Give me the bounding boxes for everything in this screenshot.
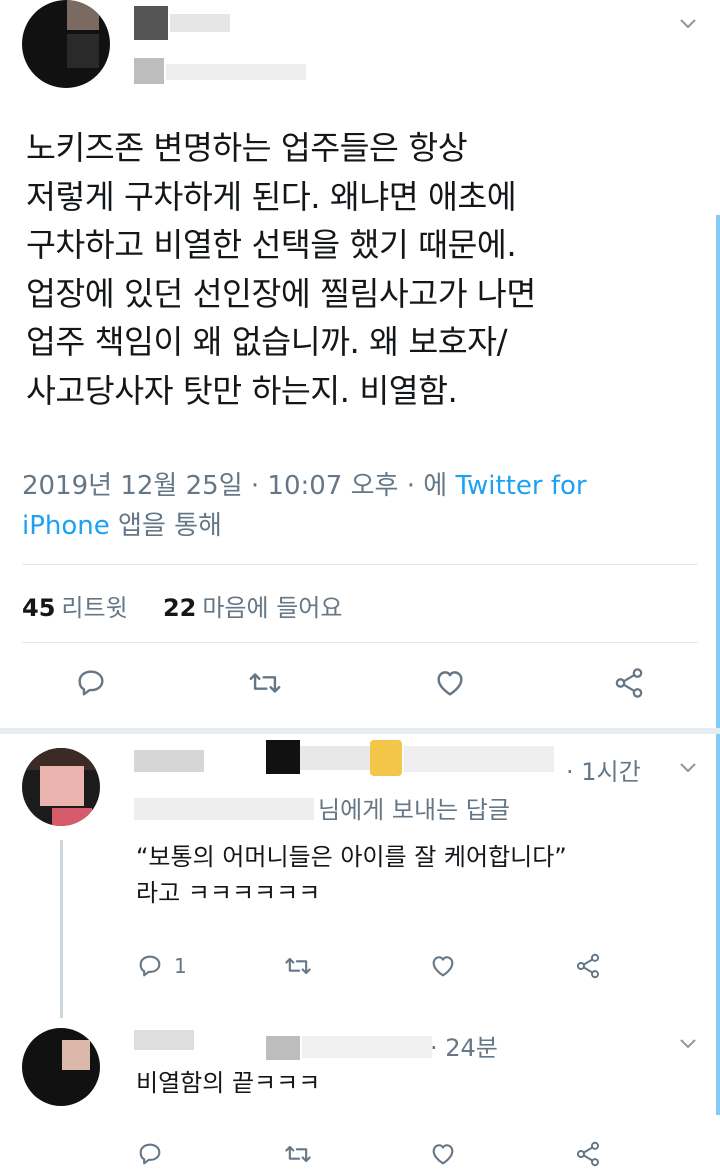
share-icon <box>576 1141 600 1167</box>
retweet-icon <box>285 957 311 975</box>
tweet-meta: 2019년 12월 25일 · 10:07 오후 · 에 Twitter for… <box>22 466 702 546</box>
reply-icon <box>139 1143 161 1165</box>
reply-text: “보통의 어머니들은 아이를 잘 케어합니다” <box>136 843 567 871</box>
retweet-icon <box>285 1145 311 1163</box>
share-button[interactable] <box>574 1140 602 1168</box>
author-handle-redacted <box>166 64 306 80</box>
author-name-redacted <box>134 6 168 40</box>
tweet-text-line: 사고당사자 탓만 하는지. 비열함. <box>26 371 458 410</box>
reply-author-redacted <box>266 740 300 774</box>
heart-icon <box>432 1144 454 1165</box>
heart-icon <box>432 956 454 977</box>
reply-icon <box>139 955 161 977</box>
heart-icon <box>437 671 463 696</box>
tweet-text-line: 저렇게 구차하게 된다. 왜냐면 애초에 <box>26 177 517 216</box>
share-icon <box>615 668 643 698</box>
share-button[interactable] <box>574 952 602 980</box>
reply-author-redacted <box>266 1036 300 1060</box>
retweet-count: 45 <box>22 594 56 622</box>
share-icon <box>576 953 600 979</box>
reply-avatar[interactable] <box>22 748 100 826</box>
retweet-button[interactable] <box>282 1140 314 1168</box>
reply-icon <box>78 670 104 696</box>
chevron-down-icon[interactable] <box>678 758 698 778</box>
reply-time[interactable]: · 24분 <box>430 1028 498 1063</box>
retweet-button[interactable] <box>282 952 314 980</box>
reply-author-redacted <box>134 750 204 772</box>
timestamp[interactable]: 2019년 12월 25일 · 10:07 오후 · 에 <box>22 471 447 501</box>
tweet-text-line: 업장에 있던 선인장에 찔림사고가 나면 <box>26 274 536 313</box>
like-label: 마음에 들어요 <box>202 594 343 622</box>
source-link[interactable]: Twitter for <box>455 471 586 501</box>
retweet-button[interactable] <box>246 666 284 700</box>
source-suffix: 앱을 통해 <box>118 511 222 541</box>
chevron-down-icon[interactable] <box>678 1034 698 1054</box>
like-stat[interactable]: 22 마음에 들어요 <box>163 594 343 622</box>
section-separator <box>0 728 720 734</box>
retweet-stat[interactable]: 45 리트윗 <box>22 594 128 622</box>
tweet-text: 노키즈존 변명하는 업주들은 항상 저렇게 구차하게 된다. 왜냐면 애초에 구… <box>26 124 706 415</box>
tweet-actions <box>0 666 720 706</box>
reply-author-redacted <box>370 740 402 776</box>
divider <box>22 564 698 565</box>
like-button[interactable] <box>428 952 458 980</box>
retweet-icon <box>249 673 281 693</box>
reply-time[interactable]: · 1시간 <box>566 752 641 787</box>
reply-handle-redacted <box>302 1036 432 1058</box>
tweet-text-line: 업주 책임이 왜 없습니까. 왜 보호자/ <box>26 323 508 361</box>
like-count: 22 <box>162 594 197 622</box>
reply-button[interactable] <box>74 666 108 700</box>
reply-to-handle-redacted <box>134 798 314 820</box>
author-avatar[interactable] <box>22 0 110 88</box>
reply-handle-redacted <box>404 746 554 772</box>
share-button[interactable] <box>612 666 646 700</box>
replying-to-label: 님에게 보내는 답글 <box>318 796 510 824</box>
reply-actions <box>0 1140 720 1172</box>
like-button[interactable] <box>432 666 468 700</box>
reply-actions: 1 <box>0 952 720 992</box>
source-link[interactable]: iPhone <box>22 511 110 541</box>
reply-author-redacted <box>134 1030 194 1050</box>
author-name-redacted <box>170 14 230 32</box>
reply-button[interactable]: 1 <box>136 952 187 980</box>
reply-avatar[interactable] <box>22 1028 100 1106</box>
tweet-text-line: 노키즈존 변명하는 업주들은 항상 <box>26 129 468 167</box>
divider <box>22 642 698 643</box>
reply-text: 비열함의 끝ㅋㅋㅋ <box>136 1069 321 1097</box>
chevron-down-icon[interactable] <box>678 14 698 34</box>
reply-author-redacted <box>300 746 370 770</box>
reply-button[interactable] <box>136 1140 164 1168</box>
reply-text: 라고 ㅋㅋㅋㅋㅋㅋ <box>136 879 321 907</box>
retweet-label: 리트윗 <box>61 594 128 622</box>
reply-count: 1 <box>174 954 187 978</box>
author-handle-redacted <box>134 58 164 84</box>
like-button[interactable] <box>428 1140 458 1168</box>
tweet-stats: 45 리트윗 22 마음에 들어요 <box>22 588 342 623</box>
tweet-text-line: 구차하고 비열한 선택을 했기 때문에. <box>26 226 517 264</box>
